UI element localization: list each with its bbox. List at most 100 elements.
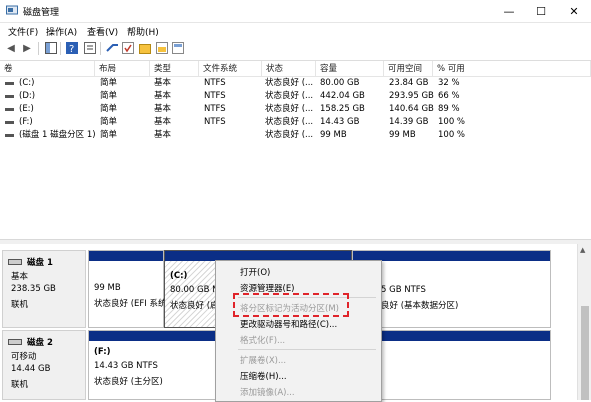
volume-free: 23.84 GB [389,78,429,88]
column-header-capacity[interactable]: 容量 [316,61,384,77]
volume-free: 14.39 GB [389,117,429,127]
partition-efi-size: 99 MB [94,283,121,293]
close-button[interactable]: ✕ [559,0,589,22]
toolbar-separator [38,42,39,55]
partition-efi[interactable]: 99 MB 状态良好 (EFI 系统 [88,250,167,328]
minimize-button[interactable]: — [494,0,524,22]
partition-bar [89,251,163,261]
column-header-percent-free[interactable]: % 可用 [433,61,591,77]
volume-free: 293.95 GB [389,91,434,101]
volume-capacity: 99 MB [320,130,347,140]
volume-layout: 简单 [100,91,118,101]
volume-name: (E:) [19,104,34,114]
help-button[interactable]: ? [65,41,79,55]
partition-f-size: 14.43 GB NTFS [94,361,158,371]
window-title: 磁盘管理 [23,8,60,18]
drive-icon [5,134,14,137]
volume-status: 状态良好 (... [265,104,314,114]
volume-percent-free: 100 % [438,130,466,140]
disk1-type: 基本 [11,272,29,282]
column-header-type[interactable]: 类型 [150,61,199,77]
refresh-button[interactable] [155,41,169,55]
menu-item-shrink[interactable]: 压缩卷(H)... [240,370,287,382]
volume-layout: 简单 [100,104,118,114]
disk2-label[interactable]: 磁盘 2 可移动 14.44 GB 联机 [2,330,86,400]
back-button[interactable]: ◀ [4,41,18,55]
menu-file[interactable]: 文件(F) [8,25,38,38]
volume-capacity: 158.25 GB [320,104,365,114]
minimize-icon: — [503,4,515,18]
disk1-label[interactable]: 磁盘 1 基本 238.35 GB 联机 [2,250,86,328]
volume-name: (磁盘 1 磁盘分区 1) [19,130,96,140]
menu-item-extend[interactable]: 扩展卷(X)... [240,354,286,366]
volume-filesystem: NTFS [204,91,226,101]
volume-capacity: 80.00 GB [320,78,360,88]
volume-free: 99 MB [389,130,416,140]
column-header-status[interactable]: 状态 [262,61,316,77]
volume-capacity: 14.43 GB [320,117,360,127]
volume-layout: 简单 [100,117,118,127]
menu-item-change-drive-letter[interactable]: 更改驱动器号和路径(C)... [240,318,337,330]
menu-help[interactable]: 帮助(H) [127,25,159,38]
scroll-up-icon[interactable]: ▲ [580,246,585,254]
disk-icon [8,339,22,345]
arrow-right-icon: ▶ [23,42,31,54]
menu-item-add-mirror[interactable]: 添加镜像(A)... [240,386,295,398]
view-button[interactable] [171,41,185,55]
partition-f-status: 状态良好 (主分区) [94,377,163,387]
forward-button[interactable]: ▶ [20,41,34,55]
context-menu: 打开(O) 资源管理器(E) 将分区标记为活动分区(M) 更改驱动器号和路径(C… [215,260,382,402]
volume-status: 状态良好 (... [265,78,314,88]
volume-percent-free: 89 % [438,104,460,114]
disk-management-icon [6,5,18,15]
column-header-free-space[interactable]: 可用空间 [384,61,433,77]
volume-percent-free: 66 % [438,91,460,101]
menu-item-format[interactable]: 格式化(F)... [240,334,285,346]
volume-status: 状态良好 (... [265,130,314,140]
menu-bar: 文件(F) 操作(A) 查看(V) 帮助(H) [0,22,591,38]
maximize-button[interactable]: ☐ [526,0,556,22]
properties-button[interactable] [83,41,97,55]
column-header-volume[interactable]: 卷 [0,61,95,77]
column-header-layout[interactable]: 布局 [95,61,150,77]
vertical-scrollbar[interactable]: ▲ [577,244,591,400]
menu-view[interactable]: 查看(V) [87,25,118,38]
connect-button[interactable] [105,41,119,55]
table-row[interactable]: (磁盘 1 磁盘分区 1) 简单 基本 状态良好 (... 99 MB 99 M… [0,129,591,142]
menu-separator [238,349,376,350]
console-tree-button[interactable] [44,41,58,55]
partition-c-status: 状态良好 (启 [170,301,219,311]
arrow-left-icon: ◀ [7,42,15,54]
svg-text:?: ? [69,44,74,54]
drive-icon [5,121,14,124]
volume-type: 基本 [154,91,172,101]
volume-type: 基本 [154,78,172,88]
volume-type: 基本 [154,130,172,140]
table-row[interactable]: (E:) 简单 基本 NTFS 状态良好 (... 158.25 GB 140.… [0,103,591,116]
check-button[interactable] [121,41,135,55]
menu-action[interactable]: 操作(A) [46,25,77,38]
table-row[interactable]: (F:) 简单 基本 NTFS 状态良好 (... 14.43 GB 14.39… [0,116,591,129]
column-header-filesystem[interactable]: 文件系统 [199,61,262,77]
partition-c-size: 80.00 GB N [170,285,219,295]
volume-list: 卷 布局 类型 文件系统 状态 容量 可用空间 % 可用 (C:) 简单 基本 … [0,61,591,239]
new-item-button[interactable] [138,41,152,55]
partition-data-size: 5 GB NTFS [381,285,426,295]
close-icon: ✕ [569,4,579,18]
table-row[interactable]: (C:) 简单 基本 NTFS 状态良好 (... 80.00 GB 23.84… [0,77,591,90]
drive-icon [5,95,14,98]
volume-name: (C:) [19,78,35,88]
partition-f-name: (F:) [94,347,111,357]
highlight-annotation-box [233,293,349,317]
disk1-status: 联机 [11,300,29,310]
table-row[interactable]: (D:) 简单 基本 NTFS 状态良好 (... 442.04 GB 293.… [0,90,591,103]
scroll-thumb[interactable] [581,306,589,400]
checkmark-icon [122,42,134,54]
menu-item-open[interactable]: 打开(O) [240,266,270,278]
volume-status: 状态良好 (... [265,117,314,127]
disk2-status: 联机 [11,380,29,390]
volume-type: 基本 [154,104,172,114]
volume-layout: 简单 [100,78,118,88]
connect-icon [105,44,118,52]
partition-efi-status: 状态良好 (EFI 系统 [94,299,167,309]
